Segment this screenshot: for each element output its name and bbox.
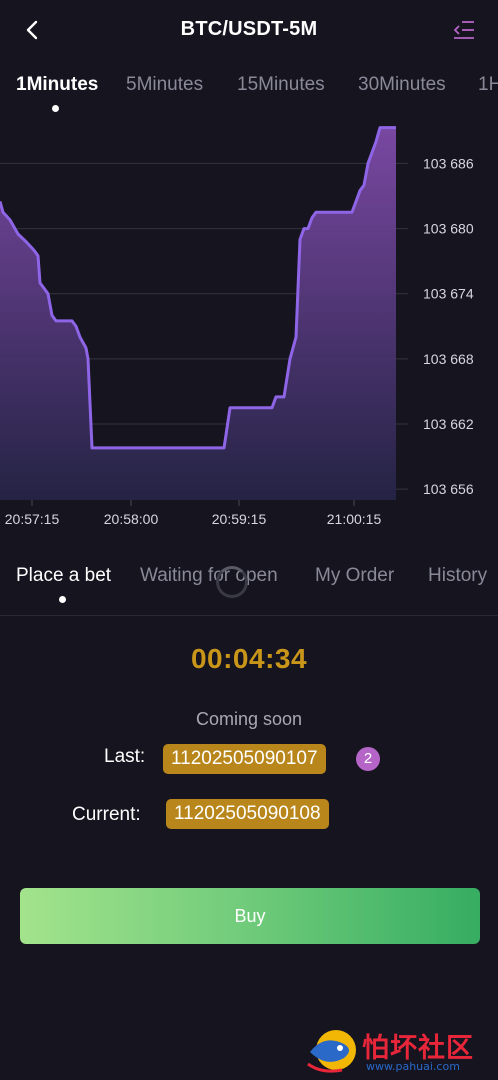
- bet-tabs: Place a bet Waiting for open My Order Hi…: [0, 556, 498, 616]
- period-tabs: 1Minutes 5Minutes 15Minutes 30Minutes 1H: [0, 70, 498, 114]
- y-tick-label: 103 686: [423, 155, 474, 171]
- current-label: Current:: [72, 804, 141, 825]
- x-tick-label: 20:59:15: [212, 511, 267, 527]
- price-chart[interactable]: 103 686 103 680 103 674 103 668 103 662 103 6…: [0, 120, 498, 540]
- active-tab-indicator: [52, 105, 59, 112]
- tab-1-hour[interactable]: 1H: [478, 74, 498, 96]
- fish-logo-icon: [307, 1030, 356, 1073]
- tab-5-minutes[interactable]: 5Minutes: [126, 74, 203, 96]
- x-tick-label: 20:58:00: [104, 511, 159, 527]
- y-tick-label: 103 656: [423, 481, 474, 497]
- tab-place-a-bet[interactable]: Place a bet: [16, 565, 111, 587]
- x-tick-label: 21:00:15: [327, 511, 382, 527]
- x-tick-label: 20:57:15: [5, 511, 60, 527]
- buy-button[interactable]: Buy: [20, 888, 480, 944]
- active-bet-tab-indicator: [59, 596, 66, 603]
- countdown-timer: 00:04:34: [190, 643, 308, 674]
- menu-button[interactable]: [452, 18, 476, 42]
- last-issue-badge: 11202505090107: [163, 744, 326, 774]
- tab-my-order[interactable]: My Order: [315, 565, 394, 587]
- tab-1-minutes[interactable]: 1Minutes: [16, 74, 98, 96]
- y-tick-label: 103 674: [423, 286, 474, 302]
- loading-spinner-icon: [216, 566, 248, 598]
- y-tick-label: 103 668: [423, 351, 474, 367]
- last-count-badge: 2: [356, 747, 380, 771]
- current-issue-badge: 11202505090108: [166, 799, 329, 829]
- tab-history[interactable]: History: [428, 565, 487, 587]
- watermark-url: www.pahuai.com: [366, 1060, 460, 1073]
- round-status: Coming soon: [195, 709, 303, 729]
- chart-svg: 103 686 103 680 103 674 103 668 103 662 103 6…: [0, 126, 474, 527]
- page-title: BTC/USDT-5M: [180, 18, 318, 40]
- tab-waiting-for-open[interactable]: Waiting for open: [140, 565, 278, 587]
- header: BTC/USDT-5M: [0, 0, 498, 60]
- tab-15-minutes[interactable]: 15Minutes: [237, 74, 325, 96]
- price-area-fill: [0, 127, 396, 500]
- tab-30-minutes[interactable]: 30Minutes: [358, 74, 446, 96]
- y-tick-label: 103 662: [423, 416, 474, 432]
- y-tick-label: 103 680: [423, 221, 474, 237]
- menu-collapse-icon: [453, 21, 474, 39]
- last-label: Last:: [104, 746, 146, 767]
